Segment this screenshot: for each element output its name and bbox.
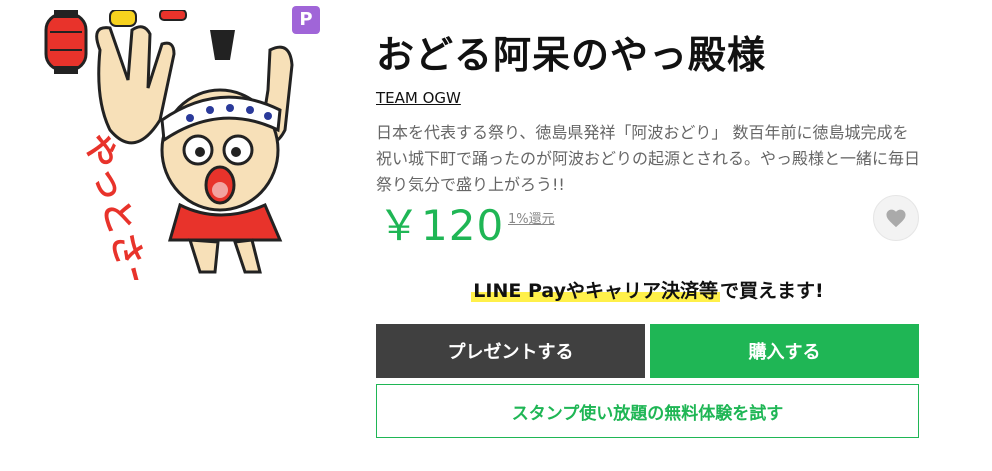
payment-promo: LINE Payやキャリア決済等 で買えます! (376, 276, 919, 303)
rebate-link[interactable]: 1%還元 (508, 208, 555, 227)
buy-button[interactable]: 購入する (650, 324, 919, 378)
price: ￥120 (378, 201, 505, 250)
product-description: 日本を代表する祭り、徳島県発祥「阿波おどり」 数百年前に徳島城完成を祝い城下町で… (376, 123, 921, 194)
payment-promo-highlight: LINE Payやキャリア決済等 (471, 280, 721, 302)
lantern-icon (44, 10, 88, 74)
free-trial-button[interactable]: スタンプ使い放題の無料体験を試す (376, 384, 919, 438)
payment-promo-rest: で買えます! (720, 280, 824, 302)
sticker-thumbnail: やっとさー (40, 10, 325, 280)
page-title: おどる阿呆のやっ殿様 (376, 33, 767, 77)
p-badge-icon: P (292, 6, 320, 34)
svg-text:やっとさー: やっとさー (76, 129, 159, 280)
author-link[interactable]: TEAM OGW (376, 89, 461, 107)
favorite-button[interactable] (873, 195, 919, 241)
present-button[interactable]: プレゼントする (376, 324, 645, 378)
heart-icon (886, 209, 906, 228)
